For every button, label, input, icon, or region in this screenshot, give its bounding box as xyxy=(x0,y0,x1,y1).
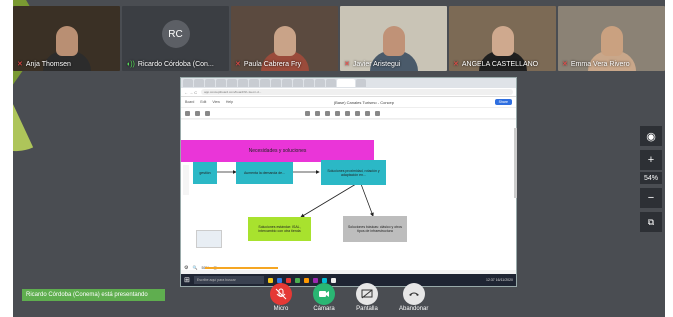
screen-icon[interactable] xyxy=(356,283,378,305)
mic-muted-icon: ✕ xyxy=(344,61,350,68)
taskbar-search: Escribe aquí para buscar xyxy=(193,276,264,284)
participant-strip: ✕ Anja Thomsen RC ◖)) Ricardo Córdoba (Con… xyxy=(13,6,665,71)
screen-label: Pantalla xyxy=(356,306,378,312)
mic-off-icon[interactable] xyxy=(270,283,292,305)
mic-label: Micro xyxy=(273,306,289,312)
thumbnail-image xyxy=(196,230,222,248)
board-app-header: Board Edit View Help (Base) Canales Turismo… xyxy=(181,97,516,108)
taskbar-clock: 12:37 16/11/2020 xyxy=(486,278,513,282)
participant-name: Paula Cabrera Fry xyxy=(243,60,302,68)
participant-name: ANGELA CASTELLANO xyxy=(461,60,539,68)
mic-active-icon: ◖)) xyxy=(126,61,135,68)
mic-muted-icon: ✕ xyxy=(562,61,568,68)
browser-tab-bar xyxy=(181,78,516,88)
diagram-box: Soluciones proximidad, rotación y adapta… xyxy=(321,160,386,185)
shared-screen[interactable]: ← → C app.conceptboard.com/board/hh-1a-m… xyxy=(180,77,517,287)
meeting-window: ✕ Anja Thomsen RC ◖)) Ricardo Córdoba (Con… xyxy=(0,0,673,317)
screen-control[interactable]: Pantalla xyxy=(356,283,378,312)
participant-tile[interactable]: ✕ Anja Thomsen xyxy=(13,6,120,71)
diagram-box: gestión xyxy=(193,162,217,184)
diagram-box: Soluciones estándar: ISAL, intercambio c… xyxy=(248,217,311,241)
board-toolbar xyxy=(181,108,516,119)
camera-icon[interactable] xyxy=(313,283,335,305)
board-share-button: Share xyxy=(494,99,512,105)
external-icon[interactable]: ⧉ xyxy=(640,212,662,232)
left-tool-panel xyxy=(183,165,189,195)
board-scrollbar xyxy=(514,128,517,198)
orange-highlight xyxy=(205,267,278,269)
browser-url-bar: ← → C app.conceptboard.com/board/hh-1a-m… xyxy=(181,88,516,97)
leave-control[interactable]: Abandonar xyxy=(399,283,428,312)
camera-label: Cámara xyxy=(313,306,335,312)
participant-tile[interactable]: ✕ Javier Aristegui xyxy=(340,6,447,71)
participant-tile[interactable]: RC ◖)) Ricardo Córdoba (Con... xyxy=(122,6,229,71)
board-title: (Base) Canales Turismo - Concep xyxy=(333,99,394,105)
windows-taskbar: ⊞ Escribe aquí para buscar 12:37 16/11/2… xyxy=(181,274,516,286)
participant-name: Ricardo Córdoba (Con... xyxy=(137,61,214,68)
board-canvas: Necesidades y soluciones gestión Aumenta… xyxy=(181,120,516,270)
leave-label: Abandonar xyxy=(399,306,429,312)
mic-muted-icon: ✕ xyxy=(453,61,459,68)
participant-name: Javier Aristegui xyxy=(352,60,401,68)
avatar: RC xyxy=(161,20,190,48)
diagram-box: Aumenta la demanda de... xyxy=(236,162,293,184)
participant-tile[interactable]: ✕ Emma Vera Rivero xyxy=(558,6,665,71)
camera-icon[interactable]: ◉ xyxy=(640,126,662,146)
mic-control[interactable]: Micro xyxy=(270,283,292,312)
presenting-notice: Ricardo Córdoba (Conema) está presentand… xyxy=(22,289,165,301)
mic-muted-icon: ✕ xyxy=(17,61,23,68)
diagram-header: Necesidades y soluciones xyxy=(181,140,374,162)
url-text: app.conceptboard.com/board/hh-1a-mr-d... xyxy=(201,89,513,95)
zoom-level: 54% xyxy=(640,172,662,184)
participant-name: Emma Vera Rivero xyxy=(570,60,630,68)
windows-start-icon: ⊞ xyxy=(184,277,190,284)
mic-muted-icon: ✕ xyxy=(235,61,241,68)
participant-tile[interactable]: ✕ ANGELA CASTELLANO xyxy=(449,6,556,71)
participant-name: Anja Thomsen xyxy=(25,60,71,68)
participant-tile[interactable]: ✕ Paula Cabrera Fry xyxy=(231,6,338,71)
zoom-in-icon[interactable]: + xyxy=(640,150,662,170)
camera-control[interactable]: Cámara xyxy=(313,283,335,312)
hangup-icon[interactable] xyxy=(402,283,425,305)
diagram-box: Soluciones básicas: clásico y otros tipo… xyxy=(343,216,407,242)
zoom-out-icon[interactable]: − xyxy=(640,188,662,208)
